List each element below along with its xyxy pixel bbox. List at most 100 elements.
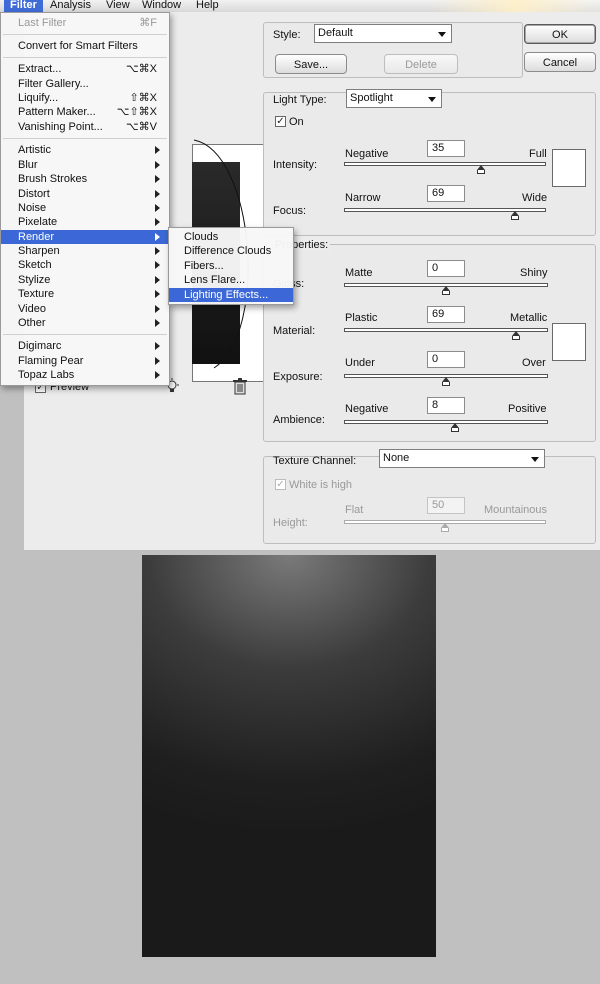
white-is-high-checkbox[interactable]: ✓	[275, 479, 286, 490]
submenu-arrow-icon	[155, 161, 160, 169]
menu-item-brush-strokes[interactable]: Brush Strokes	[1, 172, 169, 186]
menu-item-texture[interactable]: Texture	[1, 287, 169, 301]
light-type-select[interactable]: Spotlight	[346, 89, 442, 108]
light-on-label: On	[289, 116, 304, 128]
menu-item-label: Last Filter	[18, 17, 67, 29]
light-type-label: Light Type:	[273, 94, 327, 106]
gloss-max-label: Shiny	[520, 267, 548, 279]
menu-item-blur[interactable]: Blur	[1, 158, 169, 172]
focus-input[interactable]: 69	[427, 185, 465, 202]
submenu-item-difference-clouds[interactable]: Difference Clouds	[169, 244, 293, 258]
submenu-item-lighting-effects[interactable]: Lighting Effects...	[169, 288, 293, 302]
menu-item-filter-gallery[interactable]: Filter Gallery...	[1, 77, 169, 91]
light-color-swatch[interactable]	[552, 149, 586, 187]
menu-item-other[interactable]: Other	[1, 316, 169, 330]
menu-item-digimarc[interactable]: Digimarc	[1, 339, 169, 353]
menu-item-sharpen[interactable]: Sharpen	[1, 244, 169, 258]
menu-item-convert-smart-filters[interactable]: Convert for Smart Filters	[1, 39, 169, 53]
ambience-input[interactable]: 8	[427, 397, 465, 414]
menu-item-label: Digimarc	[18, 340, 62, 352]
menu-item-last-filter[interactable]: Last Filter ⌘F	[1, 16, 169, 30]
menu-item-flaming-pear[interactable]: Flaming Pear	[1, 354, 169, 368]
height-input[interactable]: 50	[427, 497, 465, 514]
menu-item-liquify[interactable]: Liquify... ⇧⌘X	[1, 91, 169, 105]
ambient-color-swatch[interactable]	[552, 323, 586, 361]
menu-item-label: Brush Strokes	[18, 173, 88, 185]
trash-icon[interactable]	[232, 378, 248, 395]
ambience-slider[interactable]	[344, 420, 548, 424]
submenu-item-lens-flare[interactable]: Lens Flare...	[169, 273, 293, 287]
menu-item-sketch[interactable]: Sketch	[1, 258, 169, 272]
submenu-arrow-icon	[155, 261, 160, 269]
submenu-arrow-icon	[155, 247, 160, 255]
menu-item-noise[interactable]: Noise	[1, 201, 169, 215]
height-min-label: Flat	[345, 504, 364, 516]
menu-item-distort[interactable]: Distort	[1, 187, 169, 201]
menu-item-label: Distort	[18, 188, 50, 200]
menu-help[interactable]: Help	[190, 0, 225, 12]
menu-item-label: Lens Flare...	[184, 274, 246, 286]
gloss-min-label: Matte	[345, 267, 373, 279]
focus-max-label: Wide	[522, 192, 548, 204]
intensity-max-label: Full	[529, 148, 547, 160]
menu-item-label: Pixelate	[18, 216, 58, 228]
ambience-min-label: Negative	[345, 403, 389, 415]
intensity-slider[interactable]	[344, 162, 546, 166]
menu-filter[interactable]: Filter	[4, 0, 43, 12]
exposure-min-label: Under	[345, 357, 375, 369]
focus-label: Focus:	[273, 205, 307, 217]
menu-item-shortcut: ⌥⌘V	[125, 121, 157, 133]
delete-button[interactable]: Delete	[384, 54, 458, 74]
menu-item-label: Artistic	[18, 144, 51, 156]
style-select[interactable]: Default	[314, 24, 452, 43]
material-input[interactable]: 69	[427, 306, 465, 323]
intensity-input[interactable]: 35	[427, 140, 465, 157]
exposure-label: Exposure:	[273, 371, 323, 383]
texture-channel-select[interactable]: None	[379, 449, 545, 468]
result-canvas	[142, 555, 436, 957]
menu-separator	[3, 34, 167, 35]
menu-item-label: Stylize	[18, 274, 51, 286]
window-glare	[430, 0, 600, 12]
submenu-arrow-icon	[155, 218, 160, 226]
menu-view[interactable]: View	[100, 0, 136, 12]
submenu-arrow-icon	[155, 357, 160, 365]
menu-item-stylize[interactable]: Stylize	[1, 273, 169, 287]
menu-window[interactable]: Window	[136, 0, 187, 12]
submenu-arrow-icon	[155, 305, 160, 313]
menu-item-label: Topaz Labs	[18, 369, 75, 381]
height-max-label: Mountainous	[484, 504, 547, 516]
submenu-arrow-icon	[155, 371, 160, 379]
exposure-input[interactable]: 0	[427, 351, 465, 368]
height-label: Height:	[273, 517, 308, 529]
menu-item-extract[interactable]: Extract... ⌥⌘X	[1, 62, 169, 76]
ok-button[interactable]: OK	[524, 24, 596, 44]
menu-item-video[interactable]: Video	[1, 302, 169, 316]
submenu-arrow-icon	[155, 175, 160, 183]
gloss-input[interactable]: 0	[427, 260, 465, 277]
menu-item-vanishing-point[interactable]: Vanishing Point... ⌥⌘V	[1, 120, 169, 134]
menu-analysis[interactable]: Analysis	[44, 0, 97, 12]
submenu-item-fibers[interactable]: Fibers...	[169, 259, 293, 273]
cancel-button[interactable]: Cancel	[524, 52, 596, 72]
menu-item-artistic[interactable]: Artistic	[1, 143, 169, 157]
light-type-value: Spotlight	[350, 92, 393, 104]
light-on-checkbox[interactable]: ✓	[275, 116, 286, 127]
menu-item-pixelate[interactable]: Pixelate	[1, 215, 169, 229]
menu-separator	[3, 138, 167, 139]
submenu-arrow-icon	[155, 146, 160, 154]
menu-item-label: Vanishing Point...	[18, 121, 103, 133]
material-max-label: Metallic	[510, 312, 548, 324]
chevron-down-icon	[438, 32, 446, 37]
submenu-item-clouds[interactable]: Clouds	[169, 230, 293, 244]
menu-item-label: Extract...	[18, 63, 62, 75]
menu-item-label: Pattern Maker...	[18, 106, 96, 118]
focus-min-label: Narrow	[345, 192, 381, 204]
texture-channel-value: None	[383, 452, 410, 464]
menu-item-render[interactable]: Render	[1, 230, 169, 244]
save-button[interactable]: Save...	[275, 54, 347, 74]
menu-item-pattern-maker[interactable]: Pattern Maker... ⌥⇧⌘X	[1, 105, 169, 119]
menu-item-topaz-labs[interactable]: Topaz Labs	[1, 368, 169, 382]
menu-item-label: Video	[18, 303, 46, 315]
menu-separator	[3, 57, 167, 58]
